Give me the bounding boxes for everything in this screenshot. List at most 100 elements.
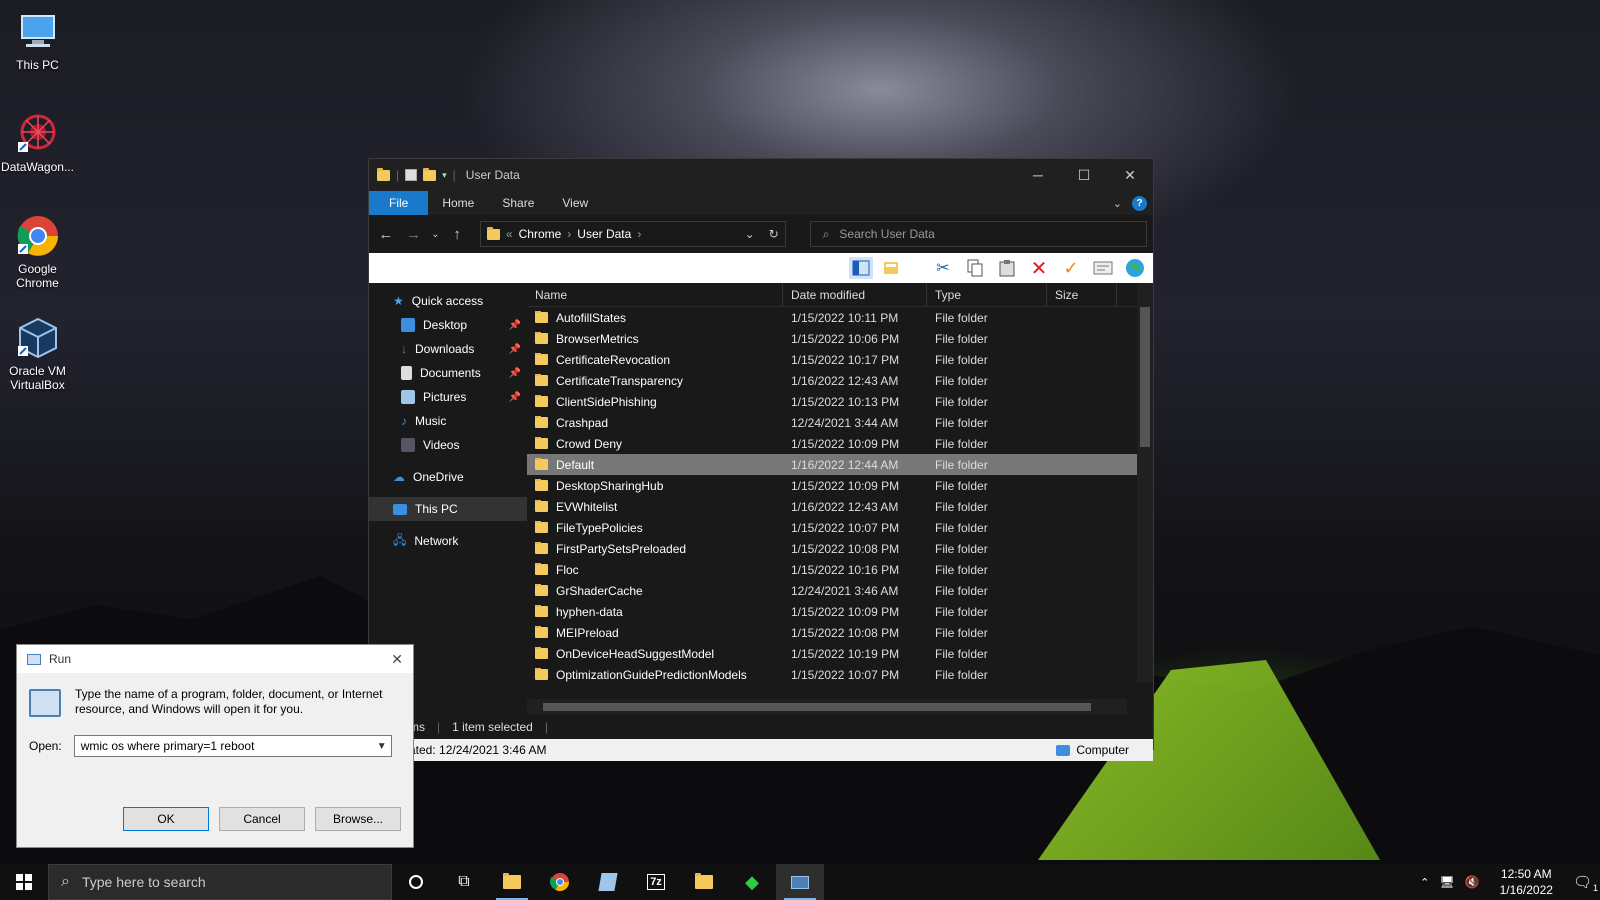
preview-pane-icon[interactable] [849,257,873,279]
pin-icon[interactable]: 📌 [509,392,521,403]
nav-videos[interactable]: Videos [369,433,527,457]
taskbar-search-input[interactable]: ⌕ Type here to search [48,864,392,900]
taskbar-folder-app[interactable] [680,864,728,900]
clock[interactable]: 12:50 AM 1/16/2022 [1490,866,1563,898]
back-icon[interactable]: ← [375,226,397,243]
tab-home[interactable]: Home [428,191,488,215]
notification-center-icon[interactable]: 🗨 1 [1573,873,1598,893]
pin-icon[interactable]: 📌 [509,344,521,355]
layout-dropdown-icon[interactable]: ▾ [913,257,923,279]
close-button[interactable]: ✕ [1107,159,1153,191]
table-row[interactable]: CertificateTransparency 1/16/2022 12:43 A… [527,370,1153,391]
nav-this-pc[interactable]: This PC [369,497,527,521]
table-row[interactable]: Crashpad 12/24/2021 3:44 AM File folder [527,412,1153,433]
breadcrumb-separator[interactable]: › [637,227,641,241]
properties-icon[interactable] [1091,257,1115,279]
nav-documents[interactable]: Documents 📌 [369,361,527,385]
cortana-button[interactable] [392,864,440,900]
paste-icon[interactable] [995,257,1019,279]
refresh-icon[interactable]: ↻ [769,227,779,241]
nav-pictures[interactable]: Pictures 📌 [369,385,527,409]
breadcrumb-user-data[interactable]: User Data [577,227,631,241]
browse-button[interactable]: Browse... [315,807,401,831]
maximize-button[interactable]: ☐ [1061,159,1107,191]
nav-desktop[interactable]: Desktop 📌 [369,313,527,337]
up-icon[interactable]: ↑ [446,226,468,243]
chevron-down-icon[interactable]: ▼ [373,741,391,752]
tab-view[interactable]: View [548,191,602,215]
copy-icon[interactable] [963,257,987,279]
desktop-icon-this-pc[interactable]: This PC [0,10,75,72]
expand-ribbon-icon[interactable]: ⌄ [1113,197,1122,210]
cancel-button[interactable]: Cancel [219,807,305,831]
desktop-icon-datawagon[interactable]: DataWagon... [0,112,75,174]
cut-icon[interactable]: ✂ [931,257,955,279]
horizontal-scrollbar[interactable] [527,699,1127,715]
close-icon[interactable]: ✕ [391,651,403,668]
nav-network[interactable]: 🖧 Network [369,529,527,553]
table-row[interactable]: Crowd Deny 1/15/2022 10:09 PM File folder [527,433,1153,454]
rename-icon[interactable]: ✓ [1059,257,1083,279]
scrollbar-thumb[interactable] [543,703,1091,711]
table-row[interactable]: AutofillStates 1/15/2022 10:11 PM File fol… [527,307,1153,328]
properties-icon[interactable] [405,169,418,181]
table-row[interactable]: CertificateRevocation 1/15/2022 10:17 PM F… [527,349,1153,370]
delete-icon[interactable]: ✕ [1027,257,1051,280]
desktop-icon-virtualbox[interactable]: Oracle VM VirtualBox [0,316,75,392]
ok-button[interactable]: OK [123,807,209,831]
pin-icon[interactable]: 📌 [509,320,521,331]
taskbar-file-explorer[interactable] [488,864,536,900]
breadcrumb-separator[interactable]: › [567,227,571,241]
network-icon[interactable]: 🖥 [1439,875,1454,889]
layout-icon[interactable] [881,257,905,279]
table-row[interactable]: FirstPartySetsPreloaded 1/15/2022 10:08 P… [527,538,1153,559]
column-date-modified[interactable]: Date modified [783,282,927,307]
nav-onedrive[interactable]: ☁ OneDrive [369,465,527,489]
taskbar-run[interactable] [776,864,824,900]
recent-locations-icon[interactable]: ⌄ [430,229,440,240]
task-view-button[interactable]: ⧉ [440,864,488,900]
pin-icon[interactable]: 📌 [509,368,521,379]
table-row[interactable]: Floc 1/15/2022 10:16 PM File folder [527,559,1153,580]
search-input[interactable]: ⌕ Search User Data [809,221,1147,247]
table-row[interactable]: ClientSidePhishing 1/15/2022 10:13 PM File… [527,391,1153,412]
taskbar-green-app[interactable]: ◆ [728,864,776,900]
table-row[interactable]: DesktopSharingHub 1/15/2022 10:09 PM File … [527,475,1153,496]
chevron-up-icon[interactable]: ⌃ [1420,876,1429,889]
open-input[interactable]: wmic os where primary=1 reboot ▼ [73,735,392,757]
table-row[interactable]: OptimizationGuidePredictionModels 1/15/20… [527,664,1153,685]
address-dropdown-icon[interactable]: ⌄ [745,227,755,241]
nav-quick-access[interactable]: ★ Quick access [369,289,527,313]
customize-quick-access-icon[interactable]: ▾ [442,170,447,181]
column-size[interactable]: Size [1047,282,1117,307]
desktop-icon-google-chrome[interactable]: Google Chrome [0,214,75,290]
minimize-button[interactable]: ─ [1015,159,1061,191]
tab-file[interactable]: File [369,191,429,215]
table-row[interactable]: EVWhitelist 1/16/2022 12:43 AM File folder [527,496,1153,517]
table-row[interactable]: FileTypePolicies 1/15/2022 10:07 PM File f… [527,517,1153,538]
vertical-scrollbar[interactable] [1137,283,1153,683]
table-row[interactable]: OnDeviceHeadSuggestModel 1/15/2022 10:19 … [527,643,1153,664]
globe-icon[interactable] [1123,257,1147,279]
taskbar-chrome[interactable] [536,864,584,900]
taskbar-7zip[interactable]: 7z [632,864,680,900]
table-row[interactable]: GrShaderCache 12/24/2021 3:46 AM File fold… [527,580,1153,601]
column-type[interactable]: Type [927,282,1047,307]
table-row[interactable]: hyphen-data 1/15/2022 10:09 PM File folder [527,601,1153,622]
taskbar-notepad[interactable] [584,864,632,900]
nav-downloads[interactable]: ↓ Downloads 📌 [369,337,527,361]
tab-share[interactable]: Share [488,191,548,215]
table-row[interactable]: MEIPreload 1/15/2022 10:08 PM File folder [527,622,1153,643]
new-folder-icon[interactable] [423,167,437,181]
run-title-bar[interactable]: Run ✕ [17,645,413,673]
table-row[interactable]: BrowserMetrics 1/15/2022 10:06 PM File fol… [527,328,1153,349]
help-icon[interactable]: ? [1132,195,1147,211]
breadcrumb-chrome[interactable]: Chrome [519,227,562,241]
address-bar[interactable]: « Chrome › User Data › ⌄ ↻ [479,221,786,247]
forward-icon[interactable]: → [403,226,425,243]
volume-muted-icon[interactable]: 🔇 [1465,875,1480,889]
title-bar[interactable]: | ▾ | User Data ─ ☐ ✕ [369,159,1153,191]
column-name[interactable]: Name [527,282,783,307]
nav-music[interactable]: ♪ Music [369,409,527,433]
start-button[interactable] [0,864,48,900]
